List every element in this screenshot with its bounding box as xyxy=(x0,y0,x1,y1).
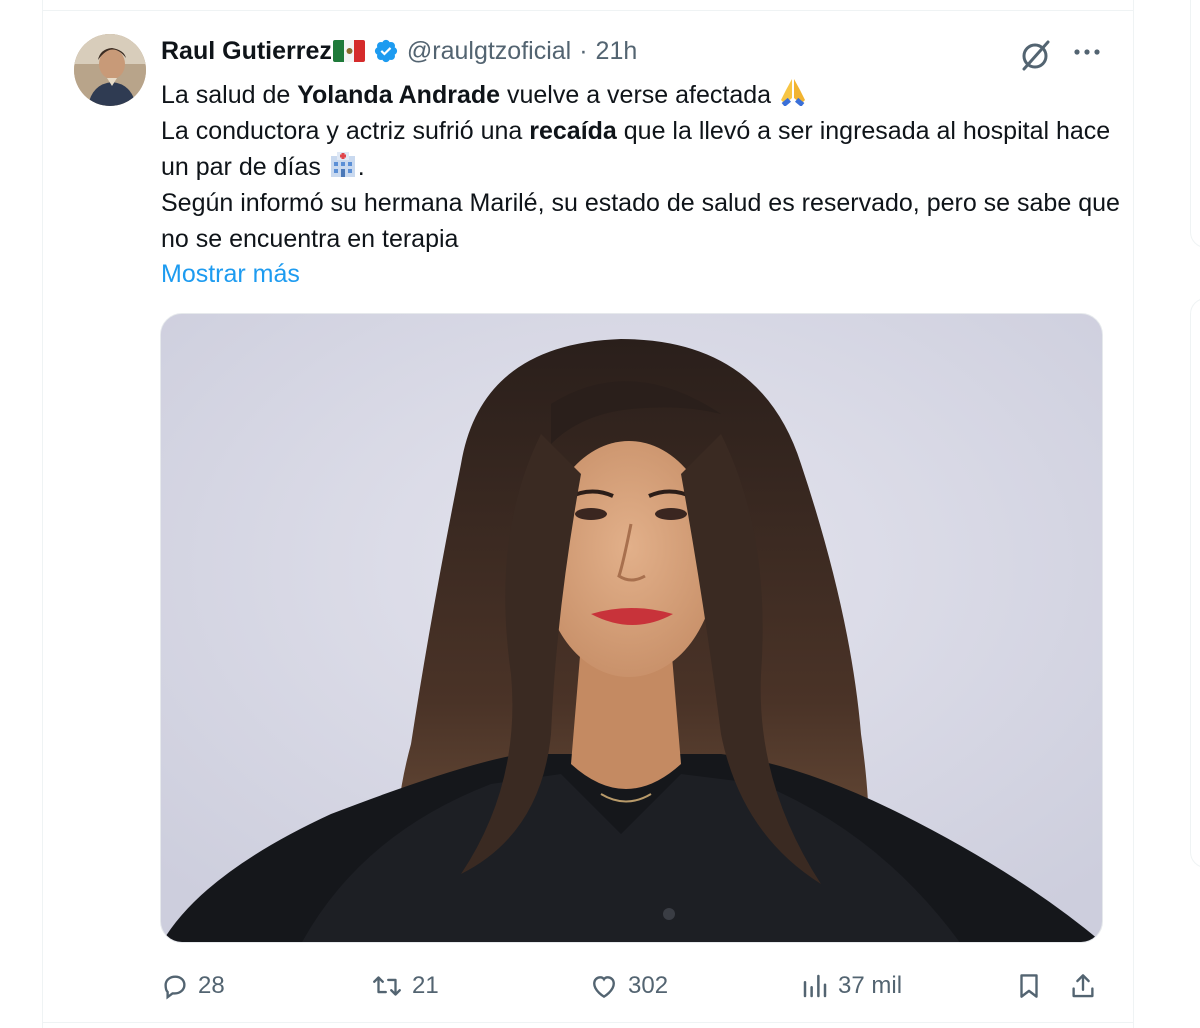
bookmark-icon xyxy=(1020,974,1038,998)
views-icon xyxy=(803,974,827,998)
separator: · xyxy=(579,36,588,65)
tweet-line: Según informó su hermana Marilé, su esta… xyxy=(161,189,1120,253)
like-count: 302 xyxy=(628,972,669,999)
text-bold: Yolanda Andrade xyxy=(297,81,501,109)
views-count: 37 mil xyxy=(838,972,903,999)
text-bold: recaída xyxy=(529,117,617,145)
retweet-count: 21 xyxy=(412,972,439,999)
tweet-header: Raul Gutierrez @raulgtzoficial · 21h xyxy=(161,34,637,68)
author-handle[interactable]: @raulgtzoficial xyxy=(407,37,571,66)
text-segment: . xyxy=(357,153,365,181)
tweet-action-bar: 28 21 302 37 mil xyxy=(160,966,1106,1006)
tweet-time[interactable]: 21h xyxy=(596,37,638,66)
mexico-flag-icon xyxy=(332,40,365,62)
text-segment: vuelve a verse afectada xyxy=(500,81,778,109)
sidebar-card xyxy=(1190,298,1200,868)
text-segment: La conductora y actriz sufrió una xyxy=(161,117,530,145)
hospital-emoji-icon xyxy=(330,152,355,177)
tweet-media-image[interactable] xyxy=(160,313,1103,943)
bookmark-button[interactable] xyxy=(1014,966,1044,1006)
tweet-line: La conductora y actriz sufrió una recaíd… xyxy=(161,113,1121,185)
reply-icon xyxy=(164,975,186,1000)
text-segment: La salud de xyxy=(161,81,298,109)
more-icon[interactable] xyxy=(1071,38,1103,66)
tweet-line: La salud de Yolanda Andrade vuelve a ver… xyxy=(161,76,1121,113)
divider xyxy=(43,10,1133,11)
share-button[interactable] xyxy=(1068,966,1098,1006)
retweet-button[interactable]: 21 xyxy=(370,966,439,1006)
divider xyxy=(43,1022,1133,1023)
show-more-link[interactable]: Mostrar más xyxy=(161,256,300,292)
reply-count: 28 xyxy=(198,972,225,999)
grok-icon[interactable] xyxy=(1018,38,1054,72)
verified-badge-icon xyxy=(374,39,397,63)
like-button[interactable]: 302 xyxy=(588,966,668,1006)
folded-hands-emoji-icon xyxy=(780,79,805,106)
sidebar-card xyxy=(1190,0,1200,248)
author-name[interactable]: Raul Gutierrez xyxy=(161,37,332,66)
retweet-icon xyxy=(373,976,401,996)
heart-icon xyxy=(593,976,615,999)
views-button[interactable]: 37 mil xyxy=(800,966,902,1006)
photo-of-woman-icon xyxy=(161,314,1102,942)
tweet-text: La salud de Yolanda Andrade vuelve a ver… xyxy=(161,76,1121,257)
share-icon xyxy=(1072,974,1094,998)
avatar[interactable] xyxy=(74,34,146,106)
reply-button[interactable]: 28 xyxy=(160,966,225,1006)
